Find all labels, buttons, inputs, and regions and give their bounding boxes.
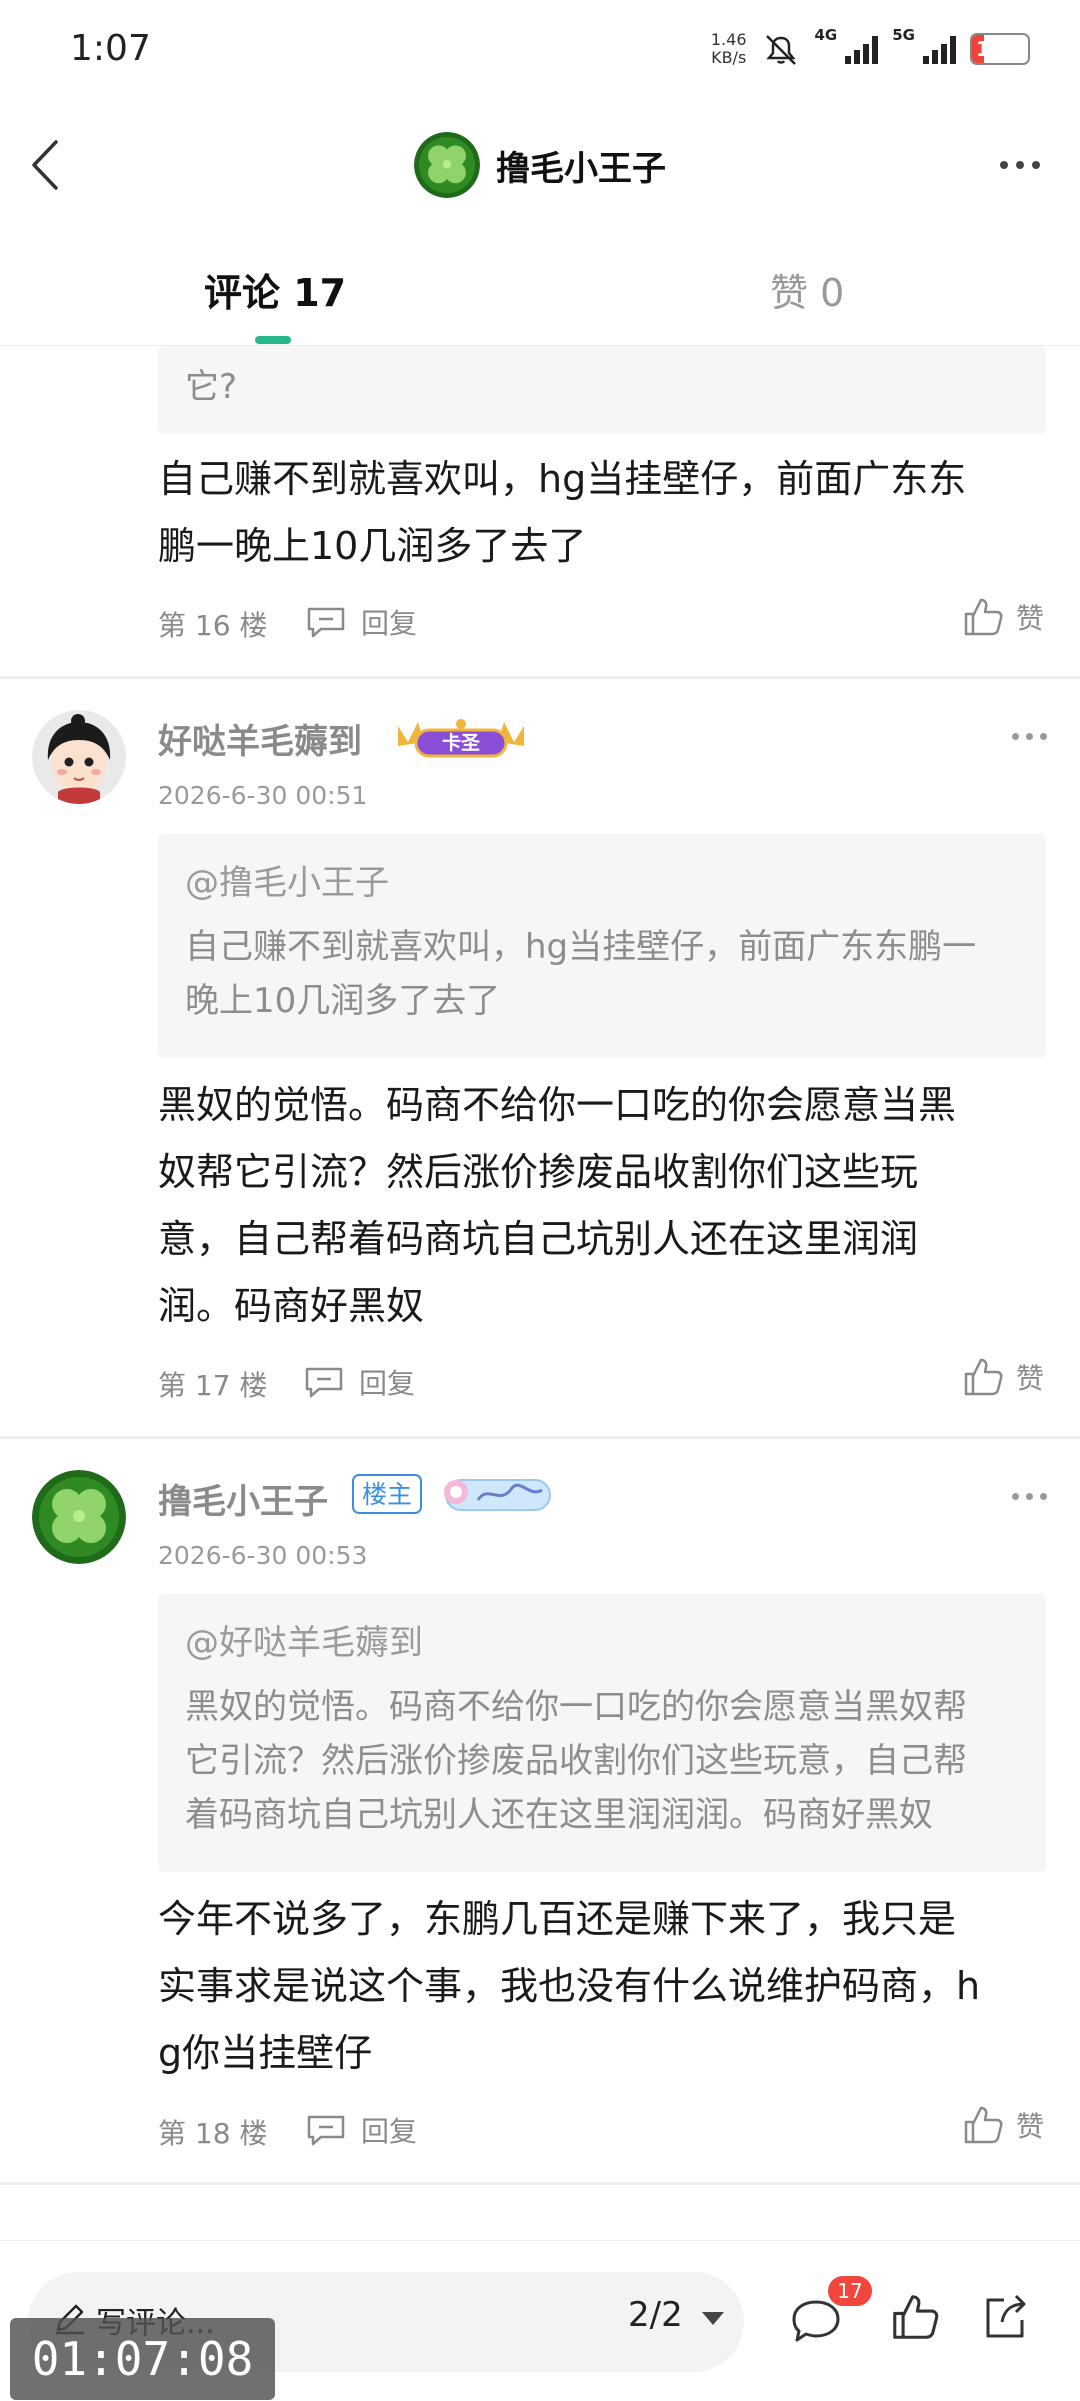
comment-body: 黑奴的觉悟。码商不给你一口吃的你会愿意当黑 奴帮它引流？然后涨价掺废品收割你们这…	[158, 1072, 1048, 1340]
net-speed-value: 1.46	[710, 30, 747, 49]
page-title: 撸毛小王子	[496, 148, 666, 189]
thumbs-up-icon	[964, 1358, 1003, 1396]
quoted-comment: 它?	[158, 346, 1046, 434]
comment-separator	[0, 676, 1080, 679]
username[interactable]: 好哒羊毛薅到	[158, 714, 362, 763]
comment-date: 2026-6-30 00:53	[158, 1541, 368, 1570]
share-icon[interactable]	[980, 2292, 1030, 2342]
quote-mention[interactable]: @撸毛小王子	[185, 856, 1019, 910]
comment-line: 奴帮它引流？然后涨价掺废品收割你们这些玩	[158, 1150, 919, 1194]
username[interactable]: 撸毛小王子	[158, 1474, 328, 1523]
decorative-badge	[438, 1472, 554, 1520]
comment-body: 今年不说多了，东鹏几百还是赚下来了，我只是 实事求是说这个事，我也没有什么说维护…	[158, 1886, 1048, 2087]
battery-level: 19	[976, 37, 1004, 61]
card-saint-badge: 卡圣	[394, 716, 528, 766]
comment-line: 今年不说多了，东鹏几百还是赚下来了，我只是	[158, 1897, 957, 1941]
page-indicator[interactable]: 2/2	[628, 2295, 683, 2335]
floor-number: 第 16 楼	[158, 609, 268, 642]
crown-badge-icon: 卡圣	[398, 719, 524, 758]
thumbs-up-icon[interactable]	[890, 2292, 940, 2342]
comment-count-badge: 17	[828, 2276, 872, 2306]
quote-text: 自己赚不到就喜欢叫，hg当挂壁仔，前面广东东鹏一	[185, 927, 977, 967]
cartoon-girl-avatar-icon	[32, 710, 126, 804]
signal-1-label: 4G	[814, 26, 838, 44]
comment-line: 润。码商好黑奴	[158, 1284, 425, 1328]
floor-number: 第 18 楼	[158, 2117, 268, 2150]
thumbs-up-icon	[964, 598, 1003, 636]
like-label: 赞	[1016, 1362, 1045, 1395]
tab-comments[interactable]: 评论 17	[204, 262, 346, 317]
comment-line: 鹏一晚上10几润多了去了	[158, 524, 587, 568]
status-time: 1:07	[70, 28, 151, 69]
signal-1-icon	[845, 34, 879, 64]
battery-icon: 19	[970, 33, 1030, 65]
comment-separator	[0, 1436, 1080, 1439]
comment-line: 意，自己帮着码商坑自己坑别人还在这里润润	[158, 1217, 919, 1261]
header-avatar[interactable]	[414, 132, 480, 198]
like-button[interactable]: 赞	[962, 1356, 1044, 1398]
quote-mention[interactable]: @好哒羊毛薅到	[185, 1616, 1019, 1670]
quote-text: 着码商坑自己坑别人还在这里润润润。码商好黑奴	[185, 1795, 933, 1835]
quoted-comment: @好哒羊毛薅到 黑奴的觉悟。码商不给你一口吃的你会愿意当黑奴帮 它引流？然后涨价…	[158, 1594, 1046, 1872]
reply-label: 回复	[359, 1367, 416, 1400]
quote-text: 它?	[185, 367, 238, 407]
more-horizontal-icon[interactable]	[990, 140, 1050, 190]
comment-date: 2026-6-30 00:51	[158, 781, 368, 810]
reply-label: 回复	[361, 2115, 418, 2148]
thread-owner-badge: 楼主	[352, 1474, 423, 1514]
reply-button[interactable]: 回复	[305, 2110, 417, 2150]
sparkle-badge-icon	[444, 1479, 551, 1511]
avatar[interactable]	[32, 1470, 126, 1564]
badge-label: 卡圣	[442, 731, 481, 754]
quote-text: 晚上10几润多了去了	[185, 981, 501, 1021]
comment-line: 实事求是说这个事，我也没有什么说维护码商，h	[158, 1964, 981, 2008]
quote-text: 黑奴的觉悟。码商不给你一口吃的你会愿意当黑奴帮	[185, 1687, 967, 1727]
comment-line: 自己赚不到就喜欢叫，hg当挂壁仔，前面广东东	[158, 457, 967, 501]
tab-likes[interactable]: 赞 0	[770, 262, 844, 317]
clover-icon	[32, 1470, 126, 1564]
thumbs-up-icon	[964, 2106, 1003, 2144]
active-tab-indicator	[255, 336, 291, 344]
more-horizontal-icon[interactable]	[1012, 733, 1047, 740]
header: 撸毛小王子	[0, 130, 1080, 200]
recording-timer: 01:07:08	[10, 2318, 275, 2400]
comment-line: g你当挂壁仔	[158, 2031, 373, 2075]
mute-bell-icon	[765, 35, 796, 65]
comment-line: 黑奴的觉悟。码商不给你一口吃的你会愿意当黑	[158, 1083, 957, 1127]
like-button[interactable]: 赞	[962, 2104, 1044, 2146]
like-label: 赞	[1016, 602, 1045, 635]
status-icons: 1.46 KB/s 4G 5G 19	[711, 26, 1030, 72]
signal-2-icon	[923, 34, 956, 64]
caret-down-icon[interactable]	[702, 2312, 724, 2325]
like-label: 赞	[1016, 2110, 1045, 2143]
reply-icon	[307, 2115, 345, 2146]
quoted-comment: @撸毛小王子 自己赚不到就喜欢叫，hg当挂壁仔，前面广东东鹏一 晚上10几润多了…	[158, 834, 1046, 1058]
reply-button[interactable]: 回复	[303, 1362, 415, 1402]
like-button[interactable]: 赞	[962, 596, 1044, 638]
reply-label: 回复	[361, 607, 418, 640]
comment-body: 自己赚不到就喜欢叫，hg当挂壁仔，前面广东东 鹏一晚上10几润多了去了	[158, 446, 1048, 580]
avatar[interactable]	[32, 710, 126, 804]
reply-button[interactable]: 回复	[305, 602, 417, 642]
floor-number: 第 17 楼	[158, 1369, 268, 1402]
signal-2-label: 5G	[892, 26, 915, 44]
reply-icon	[307, 607, 345, 638]
quote-text: 它引流？然后涨价掺废品收割你们这些玩意，自己帮	[185, 1741, 967, 1781]
more-horizontal-icon[interactable]	[1012, 1493, 1047, 1500]
net-speed: 1.46 KB/s	[711, 31, 747, 67]
comment-separator	[0, 2182, 1080, 2185]
clover-icon	[414, 132, 480, 198]
reply-icon	[305, 1367, 343, 1398]
net-speed-unit: KB/s	[711, 48, 747, 67]
